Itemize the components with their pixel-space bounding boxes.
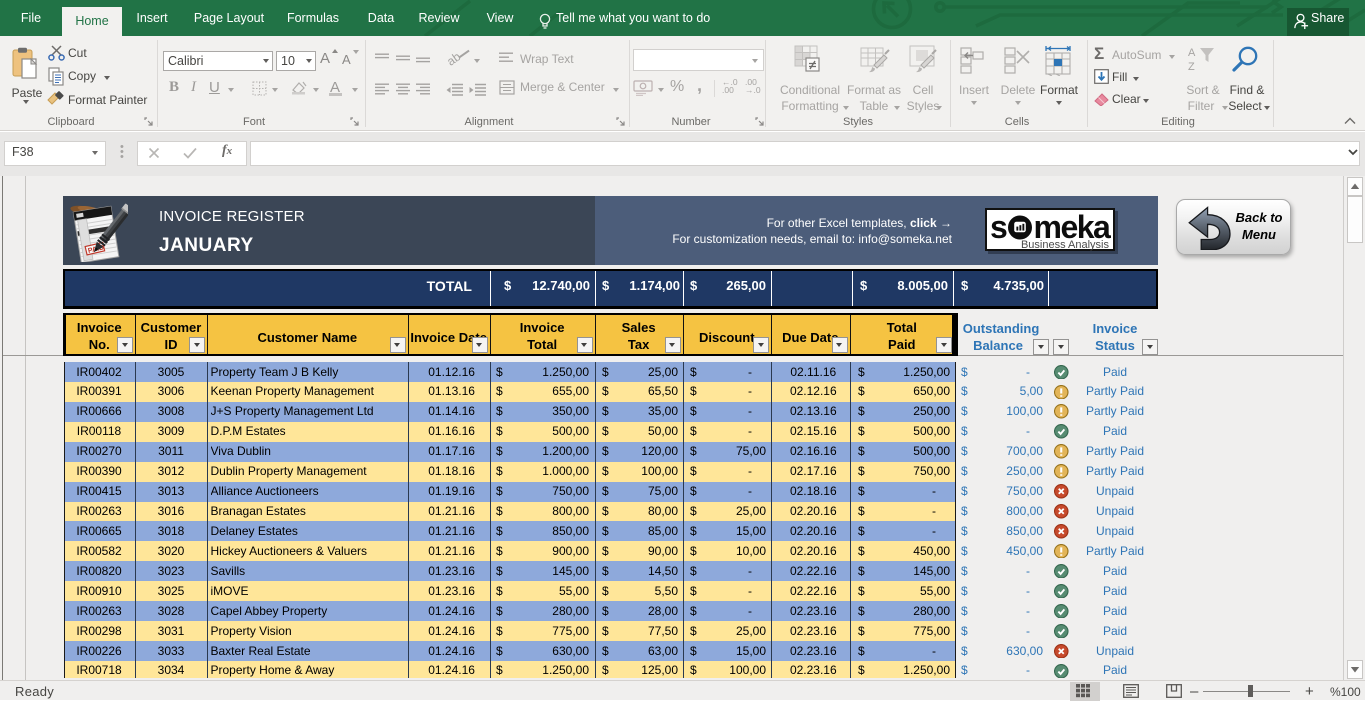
svg-text:Z: Z: [1188, 61, 1195, 72]
svg-text:A: A: [1188, 47, 1196, 59]
svg-text:Business Analysis: Business Analysis: [1021, 239, 1110, 251]
svg-text:s: s: [990, 209, 1007, 245]
